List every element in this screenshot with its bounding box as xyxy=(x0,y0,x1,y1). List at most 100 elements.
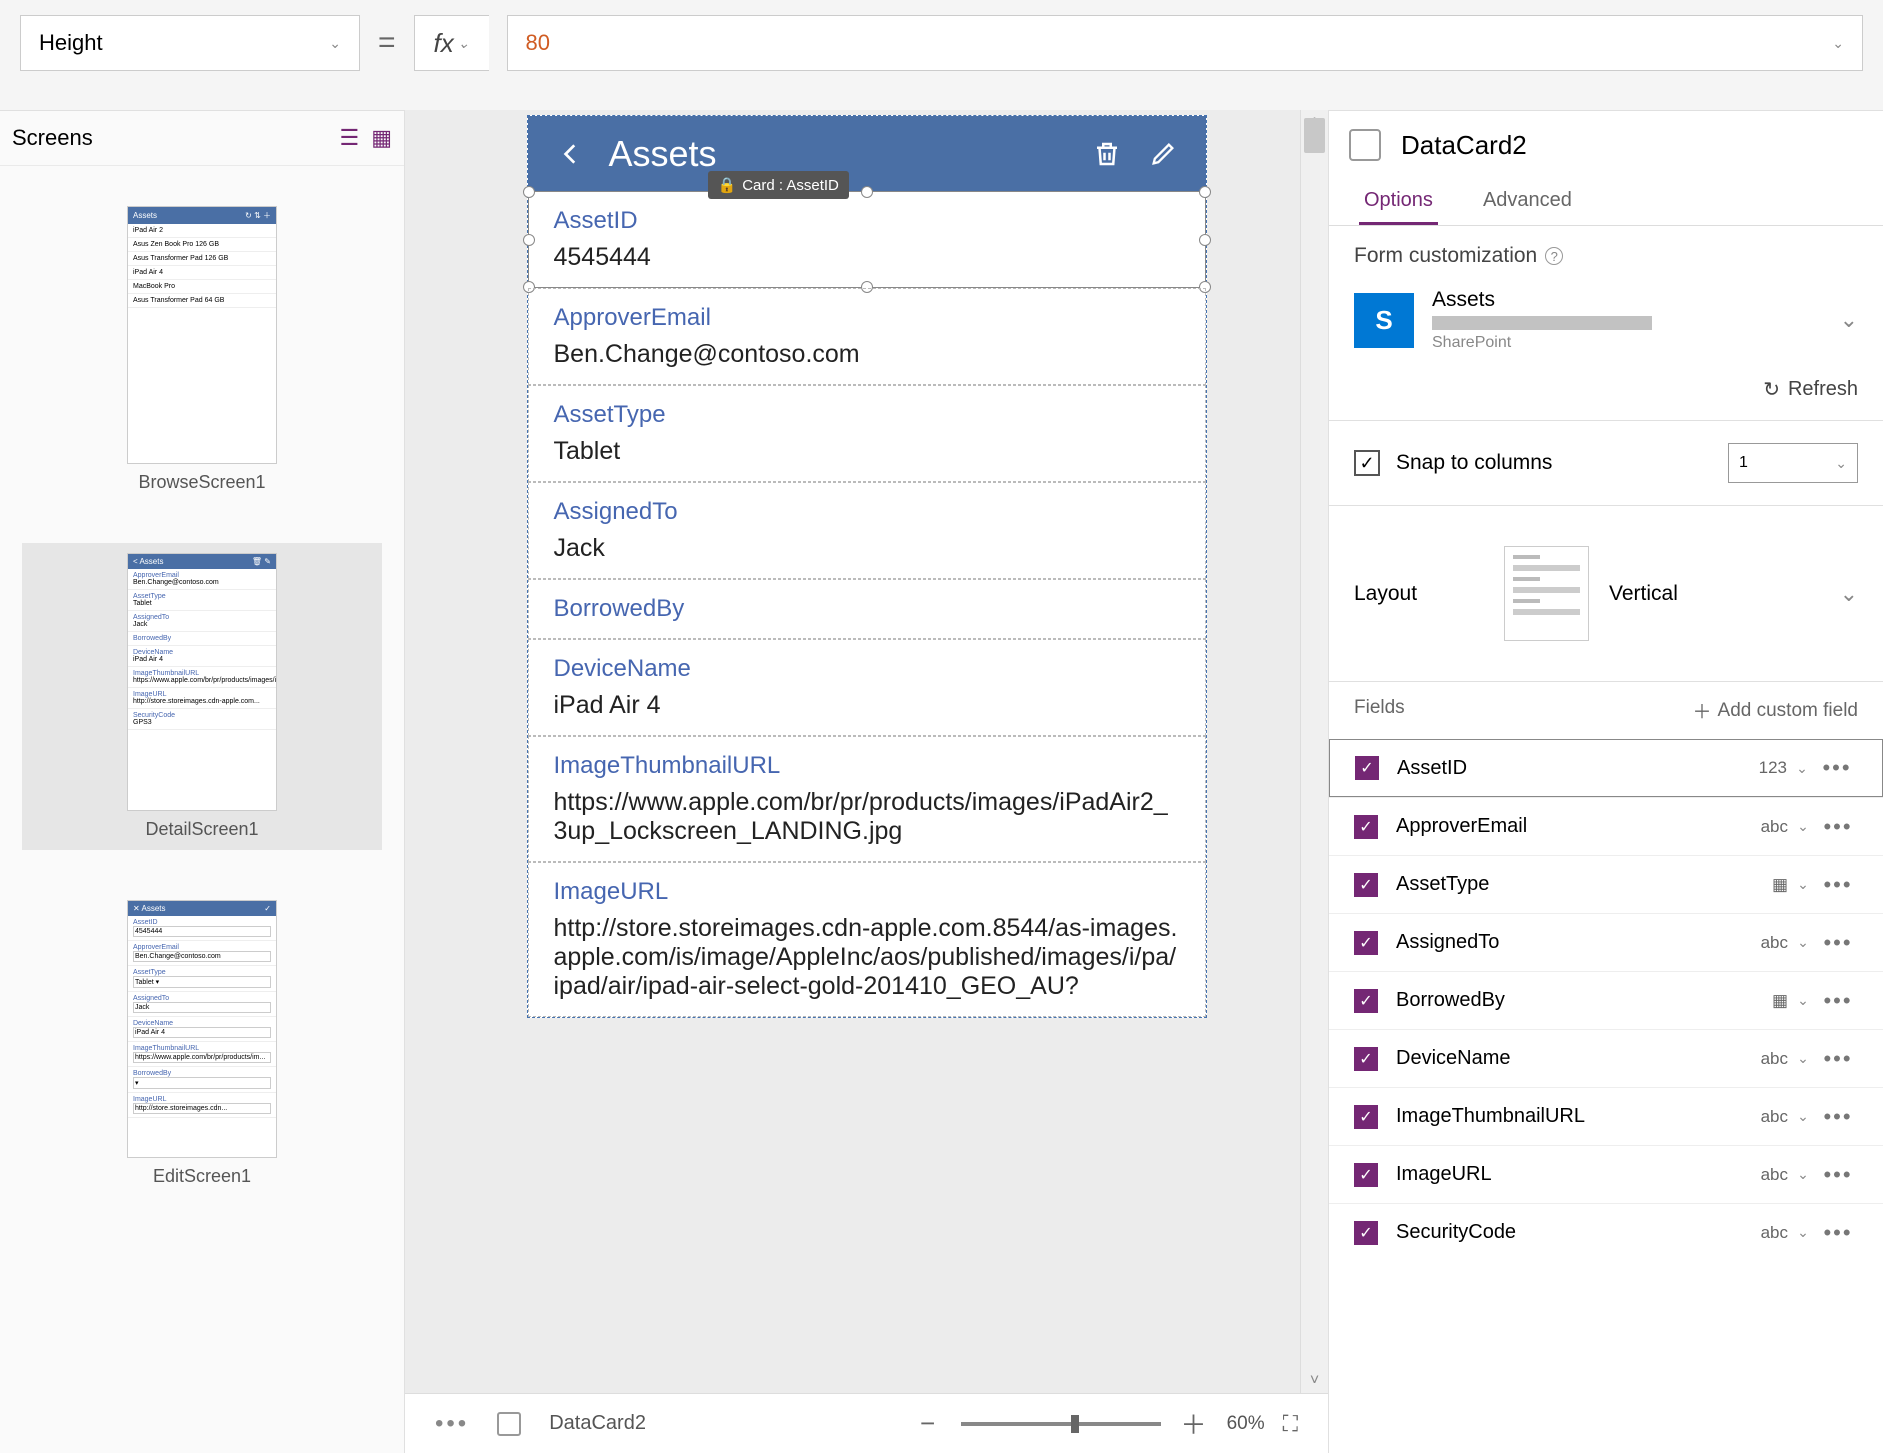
datacard-BorrowedBy[interactable]: BorrowedBy xyxy=(528,579,1206,639)
card-value: Ben.Change@contoso.com xyxy=(554,340,1180,369)
snap-checkbox[interactable]: ✓ xyxy=(1354,450,1380,476)
formula-value: 80 xyxy=(526,30,550,56)
formula-input[interactable]: 80 ⌄ xyxy=(507,15,1863,71)
app-preview: 🔒 Card : AssetID Assets AssetID4545444Ap… xyxy=(527,115,1207,1018)
field-checkbox[interactable]: ✓ xyxy=(1354,1221,1378,1245)
datacard-AssignedTo[interactable]: AssignedToJack xyxy=(528,482,1206,579)
tab-advanced[interactable]: Advanced xyxy=(1478,179,1577,225)
field-row-ImageThumbnailURL[interactable]: ✓ImageThumbnailURLabc⌄••• xyxy=(1329,1087,1883,1145)
field-type: abc xyxy=(1733,1107,1788,1127)
status-label: DataCard2 xyxy=(549,1412,646,1435)
zoom-out-button[interactable]: − xyxy=(913,1408,943,1439)
scroll-down-icon[interactable]: ˅ xyxy=(1301,1368,1328,1393)
screen-thumb-EditScreen1[interactable]: ✕ Assets ✓AssetID4545444ApproverEmailBen… xyxy=(22,890,382,1197)
field-type-dropdown[interactable]: ⌄ xyxy=(1788,1050,1818,1067)
datasource-name: Assets xyxy=(1432,288,1822,312)
add-custom-field[interactable]: ＋ Add custom field xyxy=(1693,697,1858,724)
grid-view-icon[interactable]: ▦ xyxy=(371,125,392,151)
zoom-handle[interactable] xyxy=(1071,1415,1079,1433)
datacard-AssetID[interactable]: AssetID4545444 xyxy=(528,191,1206,288)
layout-value: Vertical xyxy=(1609,582,1820,606)
screen-thumb-DetailScreen1[interactable]: < Assets 🗑 ✎ApproverEmailBen.Change@cont… xyxy=(22,543,382,850)
field-menu[interactable]: ••• xyxy=(1818,872,1858,898)
zoom-slider[interactable] xyxy=(961,1422,1161,1426)
field-type-dropdown[interactable]: ⌄ xyxy=(1787,760,1817,777)
screen-thumb-BrowseScreen1[interactable]: Assets ↻ ⇅ ＋iPad Air 2Asus Zen Book Pro … xyxy=(22,196,382,503)
property-dropdown[interactable]: Height ⌄ xyxy=(20,15,360,71)
field-checkbox[interactable]: ✓ xyxy=(1354,1163,1378,1187)
field-menu[interactable]: ••• xyxy=(1818,1220,1858,1246)
refresh-icon: ↻ xyxy=(1763,377,1780,402)
field-menu[interactable]: ••• xyxy=(1818,1046,1858,1072)
field-type-dropdown[interactable]: ⌄ xyxy=(1788,934,1818,951)
selection-handle[interactable] xyxy=(523,186,535,198)
field-menu[interactable]: ••• xyxy=(1818,1162,1858,1188)
field-checkbox[interactable]: ✓ xyxy=(1354,1047,1378,1071)
more-icon[interactable]: ••• xyxy=(435,1410,469,1438)
selection-handle[interactable] xyxy=(523,234,535,246)
field-row-ImageURL[interactable]: ✓ImageURLabc⌄••• xyxy=(1329,1145,1883,1203)
fullscreen-icon[interactable]: ⛶ xyxy=(1283,1411,1298,1437)
field-name: AssetID xyxy=(1397,757,1732,780)
field-type-dropdown[interactable]: ⌄ xyxy=(1788,992,1818,1009)
layout-label: Layout xyxy=(1354,582,1484,606)
datacard-DeviceName[interactable]: DeviceNameiPad Air 4 xyxy=(528,639,1206,736)
field-checkbox[interactable]: ✓ xyxy=(1354,1105,1378,1129)
field-menu[interactable]: ••• xyxy=(1818,814,1858,840)
layout-row: Layout Vertical ⌄ xyxy=(1329,506,1883,682)
selection-handle[interactable] xyxy=(1199,186,1211,198)
datacard-ApproverEmail[interactable]: ApproverEmail Ben.Change@contoso.com xyxy=(528,288,1206,385)
field-type-dropdown[interactable]: ⌄ xyxy=(1788,1166,1818,1183)
tab-options[interactable]: Options xyxy=(1359,179,1438,225)
back-icon[interactable] xyxy=(553,136,589,172)
field-checkbox[interactable]: ✓ xyxy=(1354,931,1378,955)
chevron-down-icon[interactable]: ⌄ xyxy=(1840,581,1858,607)
field-type-dropdown[interactable]: ⌄ xyxy=(1788,1224,1818,1241)
card-select-checkbox[interactable] xyxy=(1349,129,1381,161)
columns-dropdown[interactable]: 1 ⌄ xyxy=(1728,443,1858,483)
field-type-dropdown[interactable]: ⌄ xyxy=(1788,818,1818,835)
selection-handle[interactable] xyxy=(1199,234,1211,246)
sharepoint-icon: S xyxy=(1354,293,1414,348)
field-row-DeviceName[interactable]: ✓DeviceNameabc⌄••• xyxy=(1329,1029,1883,1087)
field-row-BorrowedBy[interactable]: ✓BorrowedBy▦⌄••• xyxy=(1329,971,1883,1029)
scroll-thumb[interactable] xyxy=(1304,118,1325,153)
field-menu[interactable]: ••• xyxy=(1818,1104,1858,1130)
field-type-dropdown[interactable]: ⌄ xyxy=(1788,1108,1818,1125)
field-checkbox[interactable]: ✓ xyxy=(1354,873,1378,897)
selection-handle[interactable] xyxy=(861,186,873,198)
field-type-dropdown[interactable]: ⌄ xyxy=(1788,876,1818,893)
delete-icon[interactable] xyxy=(1089,136,1125,172)
datacard-ImageURL[interactable]: ImageURLhttp://store.storeimages.cdn-app… xyxy=(528,862,1206,1017)
edit-icon[interactable] xyxy=(1145,136,1181,172)
field-name: AssetType xyxy=(1396,873,1733,896)
field-row-AssignedTo[interactable]: ✓AssignedToabc⌄••• xyxy=(1329,913,1883,971)
card-value: Jack xyxy=(554,534,1180,563)
canvas-scrollbar[interactable]: ˄ ˅ xyxy=(1300,110,1328,1393)
chevron-down-icon[interactable]: ⌄ xyxy=(1840,307,1858,333)
field-row-ApproverEmail[interactable]: ✓ApproverEmailabc⌄••• xyxy=(1329,797,1883,855)
field-row-AssetType[interactable]: ✓AssetType▦⌄••• xyxy=(1329,855,1883,913)
datacard-ImageThumbnailURL[interactable]: ImageThumbnailURLhttps://www.apple.com/b… xyxy=(528,736,1206,862)
status-checkbox[interactable] xyxy=(497,1412,521,1436)
field-checkbox[interactable]: ✓ xyxy=(1355,756,1379,780)
field-row-AssetID[interactable]: ✓ AssetID123⌄••• xyxy=(1329,739,1883,797)
field-row-SecurityCode[interactable]: ✓SecurityCodeabc⌄••• xyxy=(1329,1203,1883,1261)
canvas: ˄ ˅ 🔒 Card : AssetID Assets AssetID45454… xyxy=(405,110,1328,1393)
fx-button[interactable]: fx⌄ xyxy=(414,15,489,71)
help-icon[interactable]: ? xyxy=(1545,247,1563,265)
field-checkbox[interactable]: ✓ xyxy=(1354,815,1378,839)
refresh-button[interactable]: ↻ Refresh xyxy=(1329,367,1883,421)
list-view-icon[interactable]: ☰ xyxy=(339,125,359,151)
zoom-in-button[interactable]: ＋ xyxy=(1179,1405,1209,1442)
field-menu[interactable]: ••• xyxy=(1818,930,1858,956)
datasource-row[interactable]: S Assets SharePoint ⌄ xyxy=(1329,280,1883,367)
field-menu[interactable]: ••• xyxy=(1817,755,1857,781)
screens-panel: Screens ☰ ▦ Assets ↻ ⇅ ＋iPad Air 2Asus Z… xyxy=(0,110,405,1453)
datacard-AssetType[interactable]: AssetTypeTablet xyxy=(528,385,1206,482)
field-type: 123 xyxy=(1732,758,1787,778)
card-label: ApproverEmail xyxy=(554,304,1180,332)
columns-value: 1 xyxy=(1739,454,1748,472)
field-checkbox[interactable]: ✓ xyxy=(1354,989,1378,1013)
field-menu[interactable]: ••• xyxy=(1818,988,1858,1014)
